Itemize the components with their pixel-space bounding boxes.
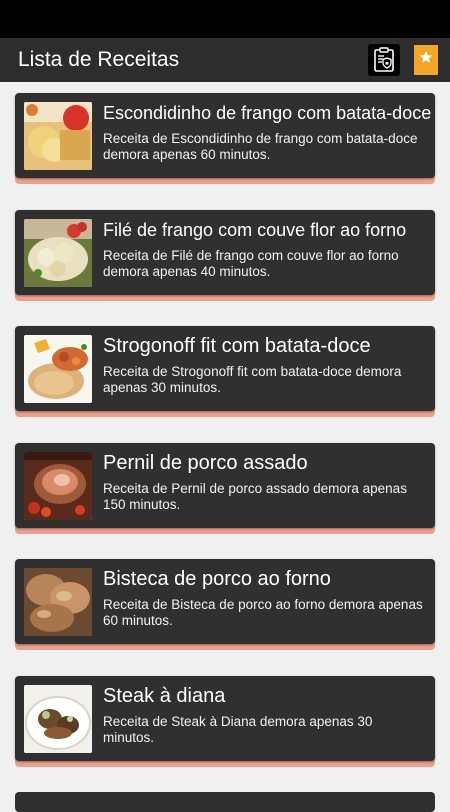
recipe-card[interactable]: Strogonoff fit com batata-doce Receita d… [15, 326, 435, 411]
status-bar [0, 0, 450, 38]
recipe-description: Receita de Filé de frango com couve flor… [103, 247, 399, 279]
recipe-image [24, 102, 92, 170]
recipe-description: Receita de Escondidinho de frango com ba… [103, 131, 418, 162]
recipe-image [24, 568, 92, 636]
recipe-title: Steak à diana [103, 684, 226, 707]
recipe-image [24, 451, 92, 520]
page-title: Lista de Receitas [18, 48, 180, 71]
recipe-title: Strogonoff fit com batata-doce [103, 335, 371, 357]
list-item[interactable]: Strogonoff fit com batata-doce Receita d… [15, 326, 435, 443]
recipe-image [24, 684, 92, 753]
favorites-button[interactable] [414, 45, 438, 75]
recipe-image [24, 335, 92, 403]
recipe-description: Receita de Steak à Diana demora apenas 3… [103, 713, 373, 745]
list-item-partial[interactable] [15, 792, 435, 812]
recipe-list: Escondidinho de frango com batata-doce R… [0, 82, 450, 792]
privacy-policy-button[interactable] [368, 44, 400, 76]
list-item[interactable]: Pernil de porco assado Receita de Pernil… [15, 442, 435, 560]
recipe-title: Escondidinho de frango com batata-doce [103, 103, 432, 123]
list-item[interactable]: Escondidinho de frango com batata-doce R… [15, 93, 435, 210]
list-item[interactable]: Bisteca de porco ao forno Receita de Bis… [15, 559, 435, 676]
recipe-description: Receita de Pernil de porco assado demora… [103, 480, 407, 512]
recipe-card[interactable]: Pernil de porco assado Receita de Pernil… [15, 442, 435, 528]
recipe-description: Receita de Strogonoff fit com batata-doc… [103, 364, 402, 395]
recipe-image [24, 218, 92, 287]
recipe-title: Bisteca de porco ao forno [103, 568, 331, 590]
list-item[interactable]: Steak à diana Receita de Steak à Diana d… [15, 675, 435, 793]
app-bar: Lista de Receitas [0, 38, 450, 82]
recipe-title: Filé de frango com couve flor ao forno [103, 219, 407, 240]
privacy-policy-icon [374, 47, 394, 72]
recipe-title: Pernil de porco assado [103, 451, 308, 474]
bookmark-star-icon [414, 45, 438, 75]
recipe-card[interactable]: Filé de frango com couve flor ao forno R… [15, 209, 435, 295]
recipe-description: Receita de Bisteca de porco ao forno dem… [103, 597, 423, 628]
recipe-card[interactable]: Bisteca de porco ao forno Receita de Bis… [15, 559, 435, 644]
recipe-card[interactable]: Steak à diana Receita de Steak à Diana d… [15, 675, 435, 761]
list-item[interactable]: Filé de frango com couve flor ao forno R… [15, 209, 435, 327]
recipe-card[interactable]: Escondidinho de frango com batata-doce R… [15, 93, 435, 178]
app-actions [368, 44, 442, 76]
